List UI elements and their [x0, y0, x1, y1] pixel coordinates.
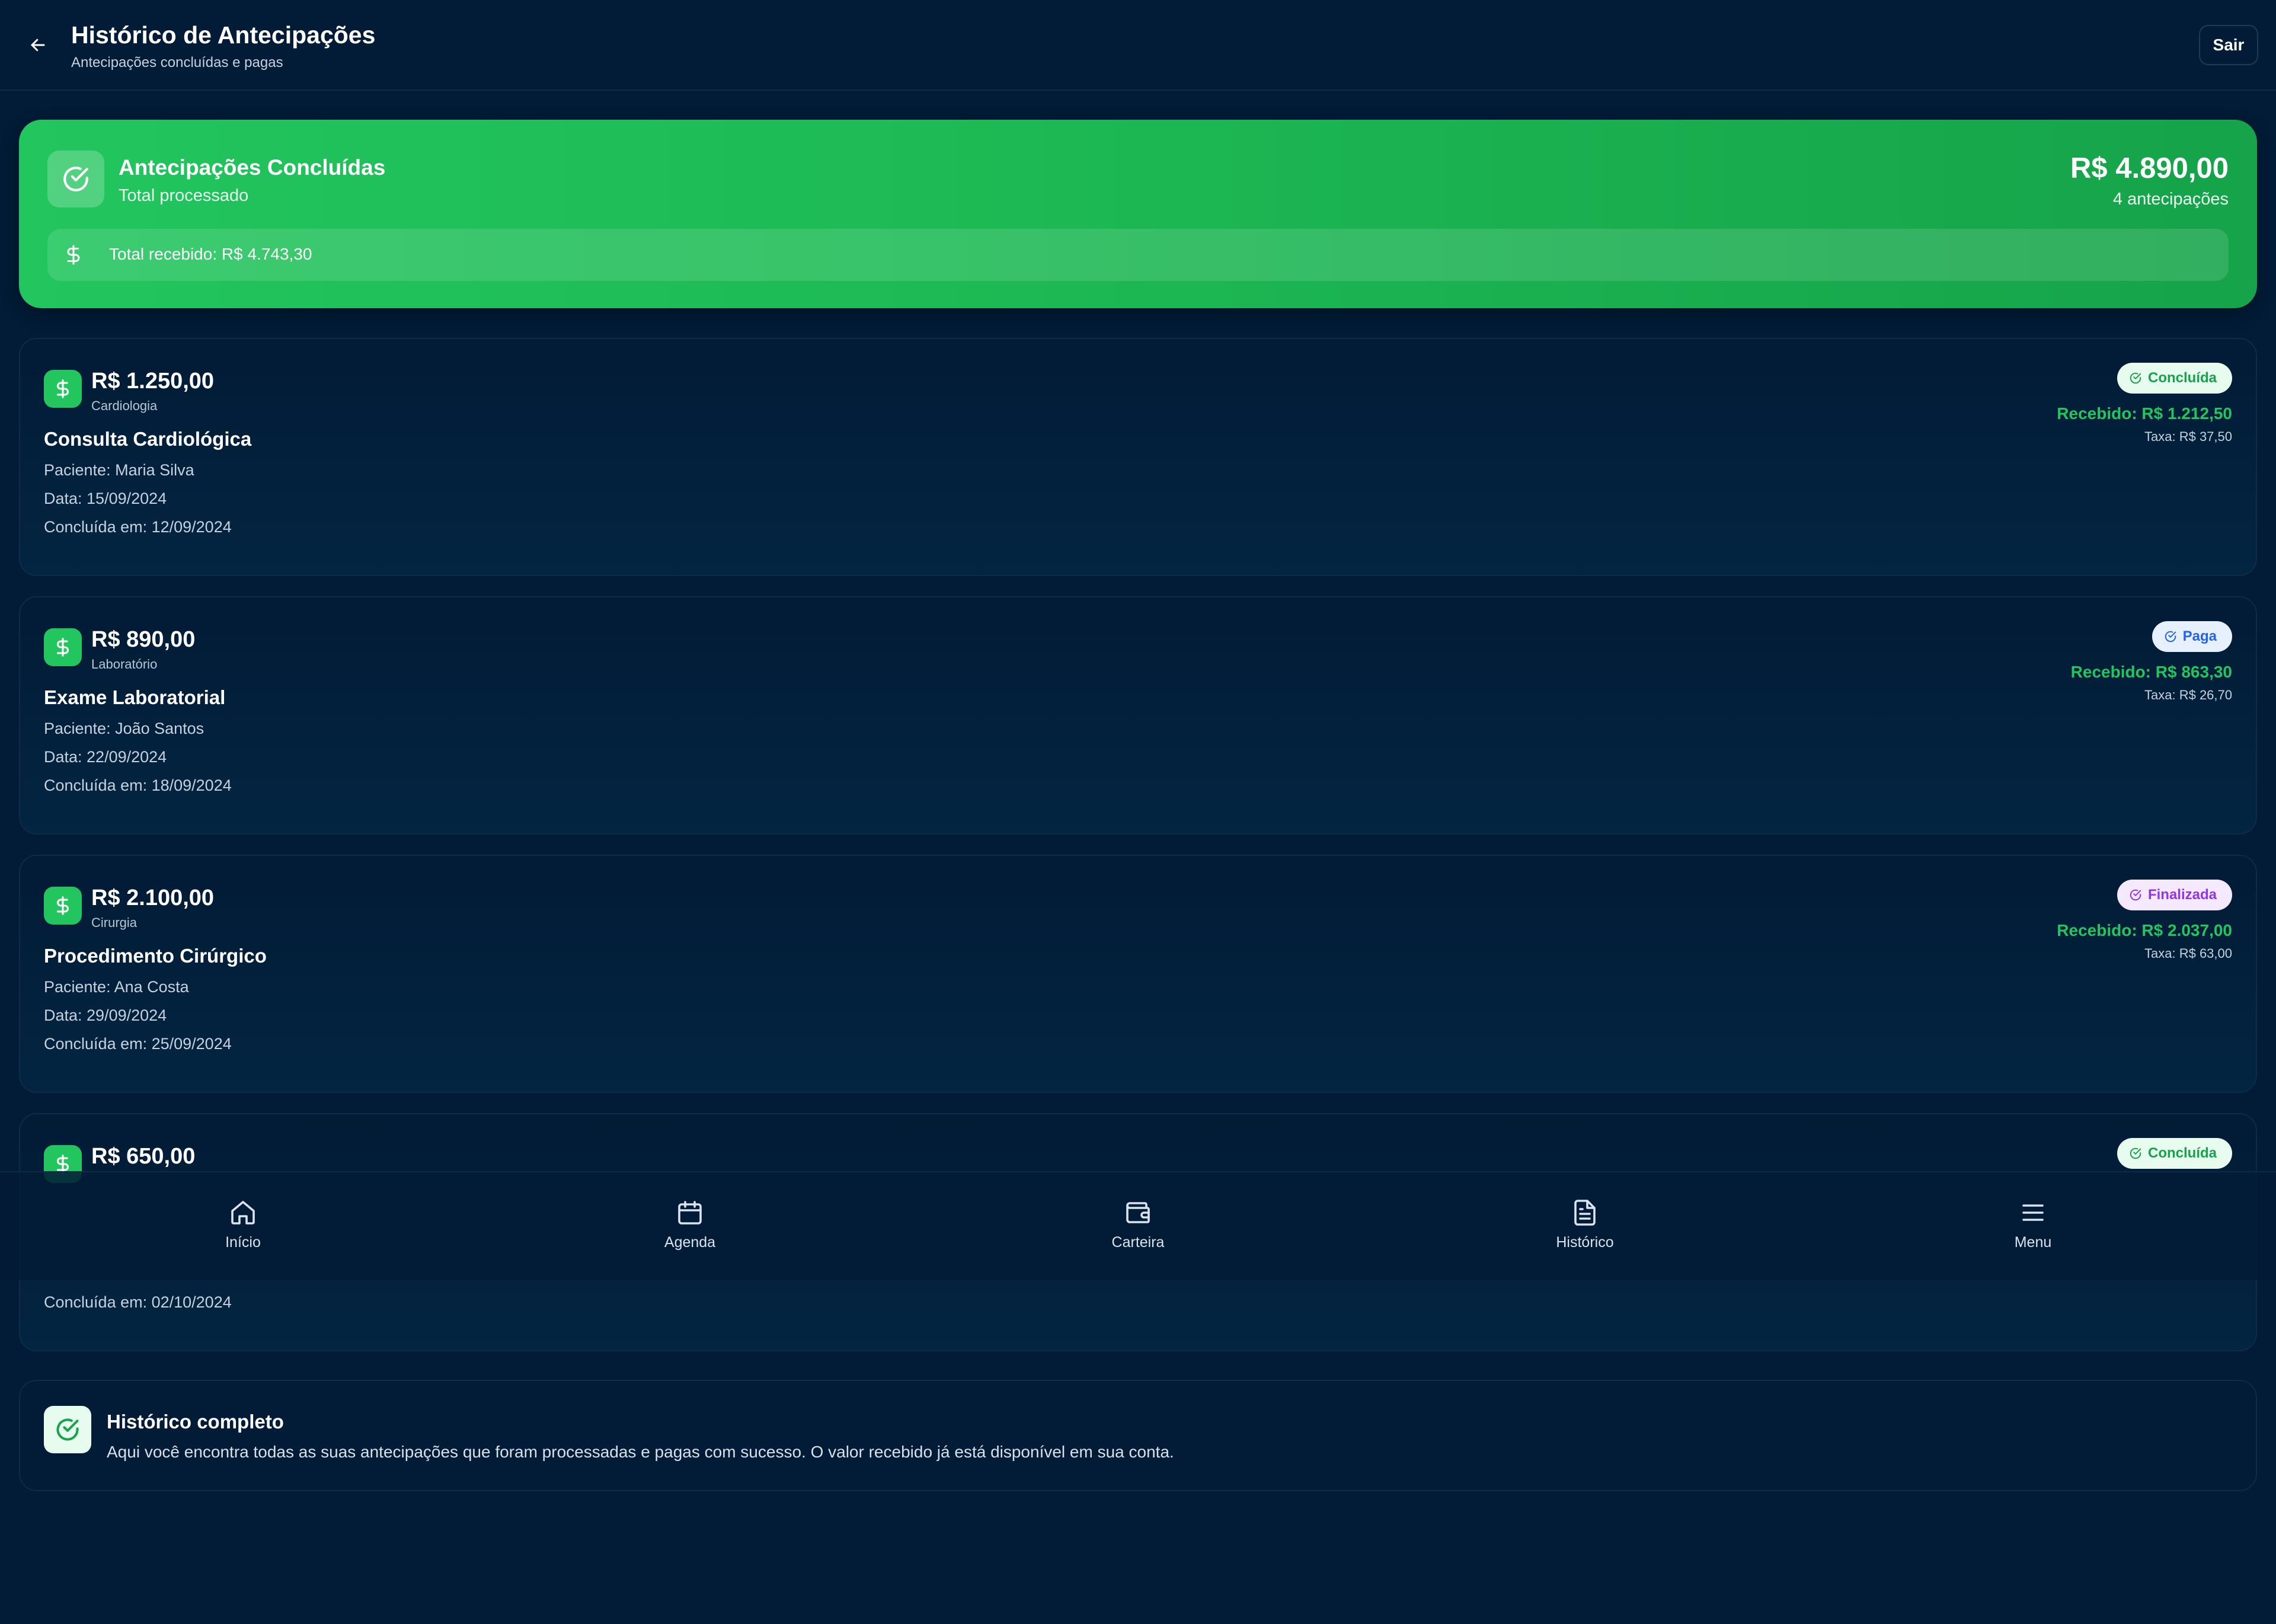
dollar-icon: [44, 887, 82, 925]
menu-icon: [2022, 1204, 2044, 1221]
summary-title: Antecipações Concluídas: [119, 155, 386, 180]
card-received: Recebido: R$ 2.037,00: [2057, 921, 2232, 939]
check-circle-icon: [47, 151, 104, 207]
status-badge-label: Finalizada: [2147, 887, 2217, 903]
card-fee: Taxa: R$ 26,70: [2144, 688, 2232, 702]
check-circle-icon: [2130, 372, 2141, 384]
summary-card: Antecipações Concluídas Total processado…: [19, 120, 2257, 308]
nav-label: Carteira: [1111, 1234, 1165, 1251]
card-amount: R$ 890,00: [91, 627, 196, 652]
card-patient: Paciente: Ana Costa: [44, 978, 189, 996]
card-concluded-date: Concluída em: 02/10/2024: [44, 1293, 232, 1311]
card-amount: R$ 2.100,00: [91, 885, 215, 910]
nav-label: Agenda: [664, 1234, 716, 1251]
status-badge: Concluída: [2117, 363, 2232, 394]
summary-received-bar: Total recebido: R$ 4.743,30: [47, 229, 2229, 281]
calendar-icon: [678, 1201, 702, 1225]
info-text: Aqui você encontra todas as suas antecip…: [107, 1443, 1174, 1461]
card-fee: Taxa: R$ 63,00: [2144, 946, 2232, 961]
card-concluded-date: Concluída em: 12/09/2024: [44, 518, 232, 536]
summary-count: 4 antecipações: [2112, 190, 2229, 209]
nav-item-history[interactable]: Histórico: [1514, 1198, 1656, 1258]
card-category: Cirurgia: [91, 915, 138, 930]
status-badge-label: Paga: [2182, 628, 2217, 644]
anticipation-card[interactable]: R$ 890,00 Laboratório Exame Laboratorial…: [19, 596, 2257, 835]
page-subtitle: Antecipações concluídas e pagas: [71, 55, 283, 71]
status-badge: Finalizada: [2117, 880, 2232, 910]
check-circle-icon: [2130, 1147, 2141, 1159]
card-title: Exame Laboratorial: [44, 686, 226, 708]
wallet-icon: [1126, 1202, 1150, 1223]
nav-label: Histórico: [1556, 1234, 1614, 1251]
document-icon: [1574, 1200, 1596, 1226]
dollar-icon: [67, 245, 80, 265]
check-circle-icon: [2130, 889, 2141, 901]
nav-item-agenda[interactable]: Agenda: [619, 1198, 761, 1258]
status-badge-label: Concluída: [2147, 1145, 2217, 1161]
nav-item-home[interactable]: Início: [172, 1198, 314, 1258]
dollar-icon: [44, 628, 82, 666]
card-patient: Paciente: João Santos: [44, 720, 204, 737]
bottom-navigation: Início Agenda Carteira Histórico Menu: [0, 1171, 2276, 1280]
card-date: Data: 29/09/2024: [44, 1006, 167, 1024]
check-circle-icon: [2165, 631, 2176, 642]
card-date: Data: 15/09/2024: [44, 490, 167, 507]
card-title: Procedimento Cirúrgico: [44, 945, 267, 967]
back-button[interactable]: [26, 33, 50, 57]
status-badge-label: Concluída: [2147, 370, 2217, 386]
nav-label: Início: [225, 1234, 261, 1251]
status-badge: Concluída: [2117, 1138, 2232, 1169]
page-title: Histórico de Antecipações: [71, 21, 376, 49]
status-badge: Paga: [2152, 621, 2232, 652]
summary-subtitle: Total processado: [119, 186, 249, 205]
card-title: Consulta Cardiológica: [44, 428, 252, 450]
app-header: Histórico de Antecipações Antecipações c…: [0, 0, 2276, 91]
card-amount: R$ 650,00: [91, 1144, 196, 1169]
card-received: Recebido: R$ 1.212,50: [2057, 404, 2232, 423]
anticipation-card[interactable]: R$ 2.100,00 Cirurgia Procedimento Cirúrg…: [19, 855, 2257, 1093]
dollar-icon: [44, 370, 82, 408]
card-fee: Taxa: R$ 37,50: [2144, 429, 2232, 444]
card-amount: R$ 1.250,00: [91, 369, 215, 394]
card-category: Laboratório: [91, 657, 158, 672]
logout-button[interactable]: Sair: [2199, 25, 2258, 65]
nav-label: Menu: [2014, 1234, 2052, 1251]
check-circle-icon: [44, 1406, 91, 1453]
card-patient: Paciente: Maria Silva: [44, 461, 194, 479]
info-title: Histórico completo: [107, 1411, 284, 1433]
card-category: Cardiologia: [91, 398, 158, 413]
card-received: Recebido: R$ 863,30: [2070, 663, 2232, 681]
info-card: Histórico completo Aqui você encontra to…: [19, 1380, 2257, 1491]
nav-item-wallet[interactable]: Carteira: [1067, 1198, 1209, 1258]
card-concluded-date: Concluída em: 25/09/2024: [44, 1035, 232, 1053]
nav-item-menu[interactable]: Menu: [1962, 1198, 2104, 1258]
summary-received-text: Total recebido: R$ 4.743,30: [109, 245, 312, 263]
arrow-left-icon: [31, 39, 45, 52]
home-icon: [231, 1201, 255, 1225]
anticipation-card[interactable]: R$ 1.250,00 Cardiologia Consulta Cardiol…: [19, 338, 2257, 576]
card-date: Data: 22/09/2024: [44, 748, 167, 766]
summary-total: R$ 4.890,00: [2070, 152, 2229, 184]
card-concluded-date: Concluída em: 18/09/2024: [44, 776, 232, 794]
